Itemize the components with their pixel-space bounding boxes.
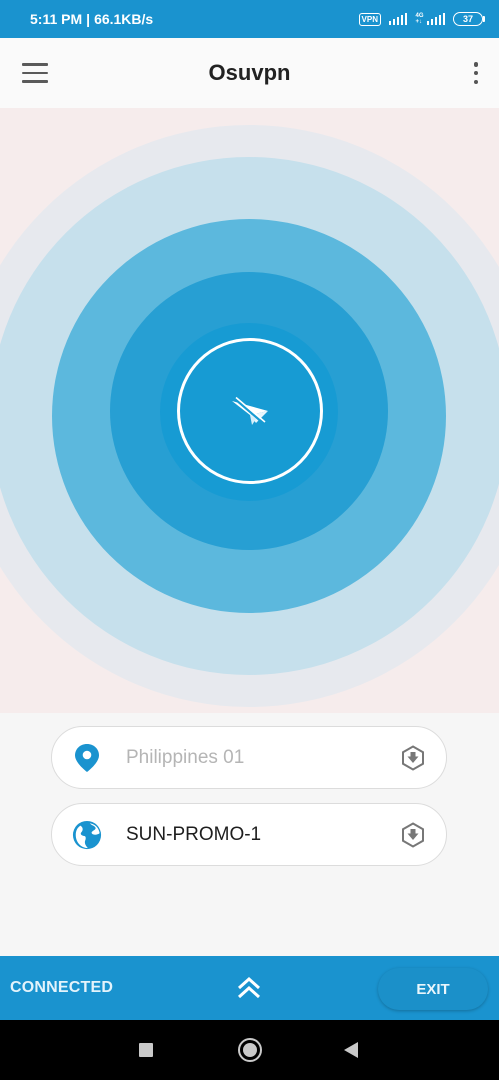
status-bar: 5:11 PM | 66.1KB/s VPN 4G +↓ 37 <box>0 0 499 38</box>
download-icon[interactable] <box>400 821 426 848</box>
app-header: Osuvpn <box>0 38 499 108</box>
app-title: Osuvpn <box>208 60 291 85</box>
double-chevron-up-icon[interactable] <box>233 972 265 1004</box>
connect-button[interactable] <box>177 338 323 484</box>
recent-apps-icon[interactable] <box>139 1043 153 1057</box>
status-right: VPN 4G +↓ 37 <box>358 12 485 26</box>
download-icon[interactable] <box>400 744 426 771</box>
location-pin-icon <box>72 743 102 773</box>
battery-tip <box>483 16 485 22</box>
more-vert-icon[interactable] <box>471 62 481 84</box>
battery-icon: 37 <box>453 12 485 26</box>
hamburger-icon[interactable] <box>22 63 48 83</box>
server-selector[interactable]: Philippines 01 <box>51 726 447 789</box>
bottom-status-bar: CONNECTED EXIT <box>0 956 499 1020</box>
status-left: 5:11 PM | 66.1KB/s <box>30 11 359 27</box>
connection-status: CONNECTED <box>10 979 114 996</box>
globe-icon <box>72 820 102 850</box>
status-separator: | <box>86 11 91 27</box>
vpn-icon: VPN <box>358 12 381 26</box>
paper-plane-icon <box>232 396 268 425</box>
profile-selector[interactable]: SUN-PROMO-1 <box>51 803 447 866</box>
connection-radar <box>0 108 499 713</box>
network-type: 4G +↓ <box>415 13 423 25</box>
status-speed: 66.1KB/s <box>94 11 154 27</box>
network-type-bottom: +↓ <box>415 19 422 25</box>
home-icon[interactable] <box>238 1038 262 1062</box>
status-time: 5:11 PM <box>30 11 83 27</box>
selector-panel: Philippines 01 SUN-PROMO-1 <box>0 713 499 956</box>
server-label: Philippines 01 <box>126 746 245 768</box>
battery-level: 37 <box>453 12 483 26</box>
signal-4g-icon <box>426 13 445 25</box>
navigation-bar <box>0 1020 499 1080</box>
signal-icon <box>388 13 408 25</box>
exit-button[interactable]: EXIT <box>378 968 488 1010</box>
profile-label: SUN-PROMO-1 <box>126 823 262 845</box>
back-icon[interactable] <box>344 1042 358 1058</box>
